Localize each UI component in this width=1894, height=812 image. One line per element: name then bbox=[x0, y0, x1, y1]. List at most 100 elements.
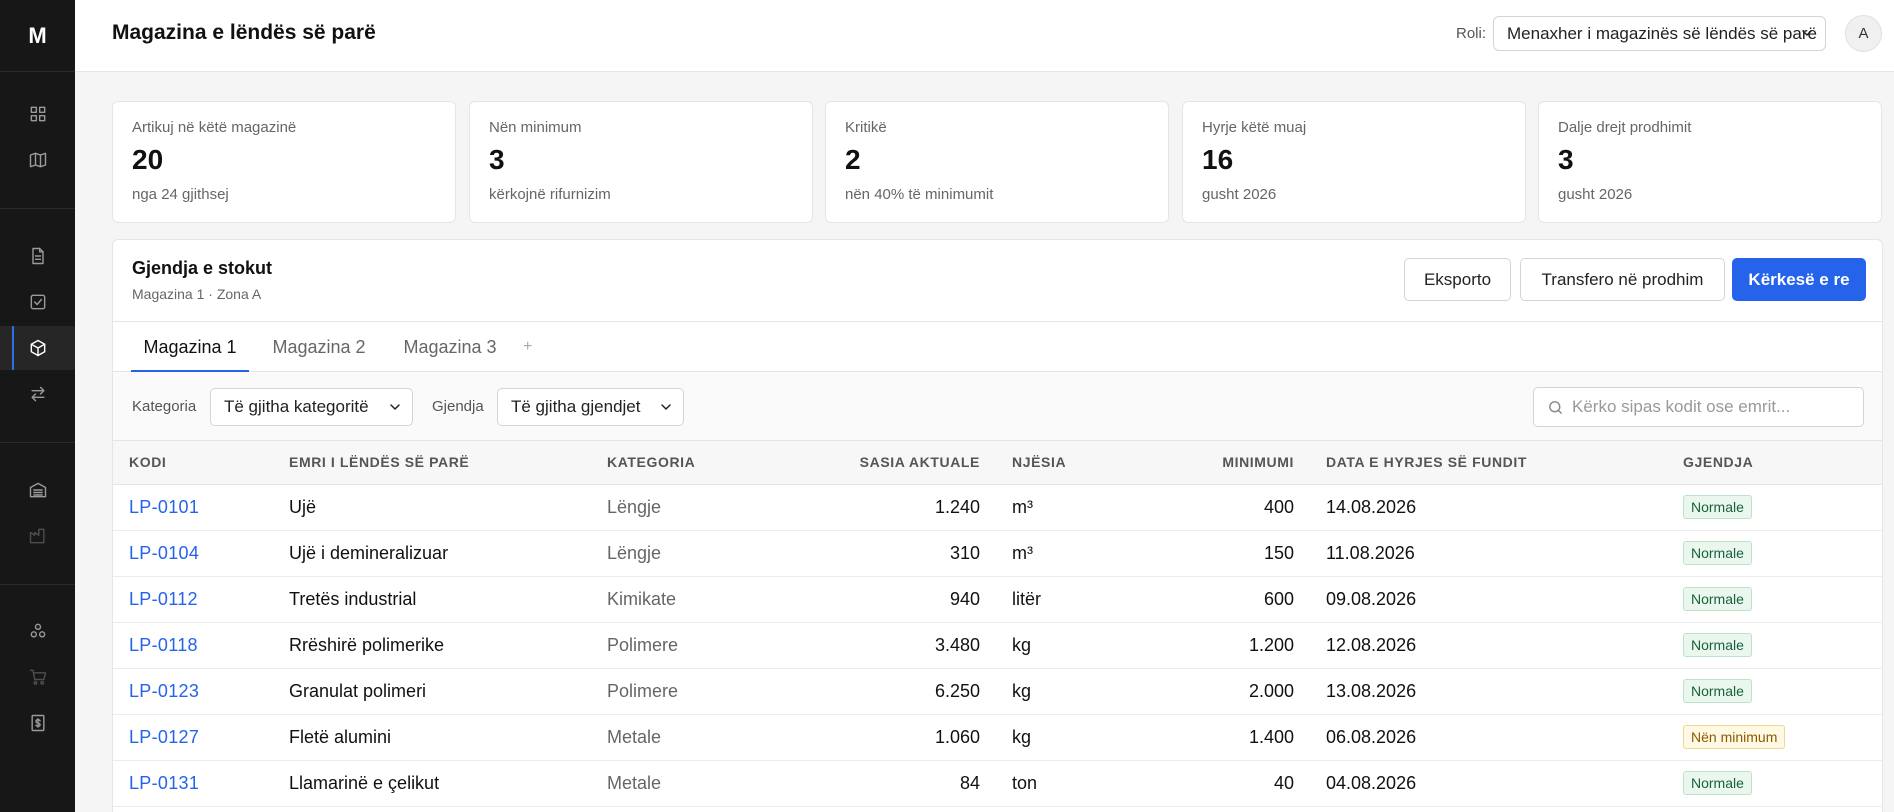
stat-value: 16 bbox=[1202, 144, 1234, 175]
stat-label: Nën minimum bbox=[489, 119, 582, 136]
cell-unit: kg bbox=[996, 714, 1123, 761]
column-header-name[interactable]: EMRI I LËNDËS SË PARË bbox=[273, 441, 591, 485]
checklist-icon[interactable] bbox=[0, 280, 75, 324]
cell-minimum: 40 bbox=[1123, 760, 1310, 807]
cell-unit: litër bbox=[996, 576, 1123, 623]
cell-status: Normale bbox=[1667, 760, 1882, 807]
role-select-value: Menaxher i magazinës së lëndës së parë bbox=[1507, 24, 1817, 43]
stat-label: Artikuj në këtë magazinë bbox=[132, 119, 297, 136]
stat-card-critical: Kritikë 2 nën 40% të minimumit bbox=[825, 101, 1169, 223]
cell-unit: m³ bbox=[996, 484, 1123, 531]
tab-magazina-1[interactable]: Magazina 1 bbox=[131, 322, 249, 372]
cell-code[interactable]: LP-0104 bbox=[113, 530, 273, 577]
invoice-icon[interactable] bbox=[0, 701, 75, 745]
factory-icon[interactable] bbox=[0, 514, 75, 558]
table-header-row: KODI EMRI I LËNDËS SË PARË KATEGORIA SAS… bbox=[113, 441, 1882, 485]
cell-code[interactable]: LP-0123 bbox=[113, 668, 273, 715]
cell-category: Kimikate bbox=[591, 576, 761, 623]
new-request-button[interactable]: Kërkesë e re bbox=[1732, 258, 1866, 301]
document-icon[interactable] bbox=[0, 234, 75, 278]
table-row[interactable]: LP-0112 Tretës industrial Kimikate 940 litër… bbox=[113, 576, 1882, 623]
status-filter-select[interactable]: Të gjitha gjendjet bbox=[497, 388, 684, 426]
column-header-unit[interactable]: NJËSIA bbox=[996, 441, 1123, 485]
column-header-quantity[interactable]: SASIA AKTUALE bbox=[761, 441, 996, 485]
table-row[interactable]: LP-0118 Rrëshirë polimerike Polimere 3.480 k… bbox=[113, 622, 1882, 669]
status-badge: Nën minimum bbox=[1683, 725, 1786, 749]
panel-title: Gjendja e stokut bbox=[132, 258, 273, 278]
table-row[interactable]: LP-0127 Fletë alumini Metale 1.060 kg 1.400 06… bbox=[113, 714, 1882, 761]
cell-status: Nën minimum bbox=[1667, 714, 1882, 761]
search-box[interactable] bbox=[1533, 387, 1864, 427]
stat-value: 3 bbox=[489, 144, 505, 175]
warehouse-icon[interactable] bbox=[0, 468, 75, 512]
cell-minimum: 1.200 bbox=[1123, 622, 1310, 669]
tab-magazina-3[interactable]: Magazina 3 bbox=[395, 322, 505, 372]
cell-last-entry: 09.08.2026 bbox=[1310, 576, 1667, 623]
cart-icon[interactable] bbox=[0, 655, 75, 699]
column-header-minimum[interactable]: MINIMUMI bbox=[1123, 441, 1310, 485]
tab-magazina-2[interactable]: Magazina 2 bbox=[265, 322, 373, 372]
cell-last-entry: 11.08.2026 bbox=[1310, 530, 1667, 577]
box-icon[interactable] bbox=[0, 326, 75, 370]
category-filter-select[interactable]: Të gjitha kategoritë bbox=[210, 388, 413, 426]
avatar[interactable]: A bbox=[1845, 15, 1882, 52]
category-filter-value: Të gjitha kategoritë bbox=[224, 397, 369, 416]
cell-name: Ujë bbox=[273, 484, 591, 531]
transfer-icon[interactable] bbox=[0, 372, 75, 416]
role-select[interactable]: Menaxher i magazinës së lëndës së parë bbox=[1493, 16, 1826, 51]
app-logo[interactable]: M bbox=[0, 0, 75, 72]
status-badge: Normale bbox=[1683, 679, 1752, 703]
cell-last-entry: 12.08.2026 bbox=[1310, 622, 1667, 669]
cell-category: Metale bbox=[591, 714, 761, 761]
cell-minimum: 1.400 bbox=[1123, 714, 1310, 761]
stock-table: KODI EMRI I LËNDËS SË PARË KATEGORIA SAS… bbox=[113, 441, 1882, 807]
chevron-down-icon bbox=[390, 404, 400, 410]
cell-status: Normale bbox=[1667, 530, 1882, 577]
table-row[interactable]: LP-0123 Granulat polimeri Polimere 6.250 kg 2… bbox=[113, 668, 1882, 715]
status-badge: Normale bbox=[1683, 771, 1752, 795]
column-header-code[interactable]: KODI bbox=[113, 441, 273, 485]
column-header-category[interactable]: KATEGORIA bbox=[591, 441, 761, 485]
cell-code[interactable]: LP-0131 bbox=[113, 760, 273, 807]
stat-sub: gusht 2026 bbox=[1558, 185, 1633, 203]
add-tab-button[interactable]: + bbox=[523, 322, 532, 372]
column-header-last-entry[interactable]: DATA E HYRJES SË FUNDIT bbox=[1310, 441, 1667, 485]
warehouse-tabs: Magazina 1 Magazina 2 Magazina 3 + bbox=[113, 321, 1882, 372]
cell-quantity: 1.240 bbox=[761, 484, 996, 531]
stat-card-outflows: Dalje drejt prodhimit 3 gusht 2026 bbox=[1538, 101, 1882, 223]
cell-category: Lëngje bbox=[591, 530, 761, 577]
stat-sub: kërkojnë rifurnizim bbox=[489, 185, 611, 203]
cell-name: Fletë alumini bbox=[273, 714, 591, 761]
map-icon[interactable] bbox=[0, 138, 75, 182]
table-row[interactable]: LP-0101 Ujë Lëngje 1.240 m³ 400 14.08.2026 Norm… bbox=[113, 484, 1882, 531]
cell-category: Polimere bbox=[591, 668, 761, 715]
table-row[interactable]: LP-0131 Llamarinë e çelikut Metale 84 ton 40 0… bbox=[113, 760, 1882, 807]
network-icon[interactable] bbox=[0, 609, 75, 653]
cell-status: Normale bbox=[1667, 668, 1882, 715]
status-badge: Normale bbox=[1683, 541, 1752, 565]
search-icon bbox=[1549, 401, 1562, 414]
cell-minimum: 600 bbox=[1123, 576, 1310, 623]
cell-unit: kg bbox=[996, 668, 1123, 715]
cell-code[interactable]: LP-0101 bbox=[113, 484, 273, 531]
export-button[interactable]: Eksporto bbox=[1404, 258, 1511, 301]
chevron-down-icon bbox=[1802, 30, 1812, 36]
category-filter-label: Kategoria bbox=[132, 398, 197, 415]
cell-code[interactable]: LP-0112 bbox=[113, 576, 273, 623]
search-input[interactable] bbox=[1572, 388, 1857, 426]
panel-subtitle: Magazina 1 · Zona A bbox=[132, 286, 262, 302]
cell-quantity: 3.480 bbox=[761, 622, 996, 669]
cell-code[interactable]: LP-0118 bbox=[113, 622, 273, 669]
cell-last-entry: 06.08.2026 bbox=[1310, 714, 1667, 761]
dashboard-icon[interactable] bbox=[0, 92, 75, 136]
cell-category: Metale bbox=[591, 760, 761, 807]
table-row[interactable]: LP-0104 Ujë i demineralizuar Lëngje 310 m³ 15… bbox=[113, 530, 1882, 577]
column-header-status[interactable]: GJENDJA bbox=[1667, 441, 1882, 485]
chevron-down-icon bbox=[661, 404, 671, 410]
stat-card-items: Artikuj në këtë magazinë 20 nga 24 gjith… bbox=[112, 101, 456, 223]
cell-code[interactable]: LP-0127 bbox=[113, 714, 273, 761]
cell-minimum: 2.000 bbox=[1123, 668, 1310, 715]
transfer-to-production-button[interactable]: Transfero në prodhim bbox=[1520, 258, 1725, 301]
cell-name: Rrëshirë polimerike bbox=[273, 622, 591, 669]
stat-label: Kritikë bbox=[845, 119, 887, 136]
